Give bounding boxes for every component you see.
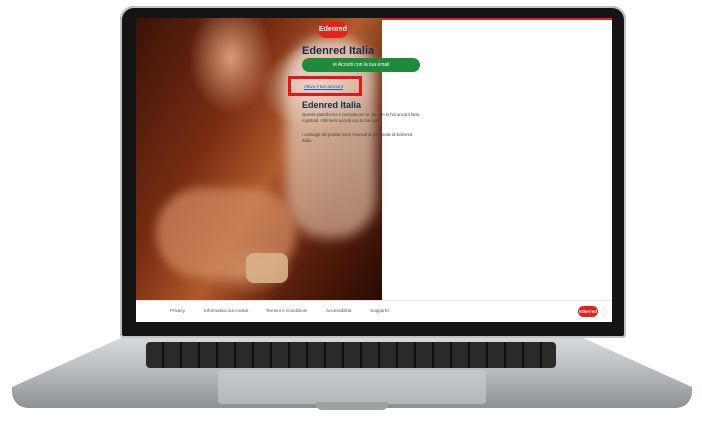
trackpad — [218, 370, 486, 404]
footer-link-cookie[interactable]: Informativa sui cookie — [204, 308, 248, 313]
section-title: Edenred Italia — [302, 100, 362, 110]
watch — [246, 253, 288, 283]
footer-link-accessibility[interactable]: Accessibilità — [326, 308, 351, 313]
email-login-button[interactable]: ✉ Accedi con la tua email — [302, 58, 420, 72]
footer-link-terms[interactable]: Termini e Condizioni — [266, 308, 307, 313]
info-text: Questa piattaforma è pensata per te. Se … — [302, 112, 421, 123]
footer-link-privacy[interactable]: Privacy — [170, 308, 185, 313]
info-text: I vantaggi del portale sono riservati al… — [302, 132, 413, 143]
footer-link-support[interactable]: Supporto — [370, 308, 389, 313]
keyboard — [146, 342, 556, 368]
page-title: Edenred Italia — [302, 45, 375, 57]
activate-account-link[interactable]: Attiva il tuo account — [304, 84, 343, 89]
footer-logo: Edenred — [578, 306, 598, 317]
laptop-notch — [316, 402, 388, 410]
edenred-logo: Edenred — [318, 22, 348, 38]
